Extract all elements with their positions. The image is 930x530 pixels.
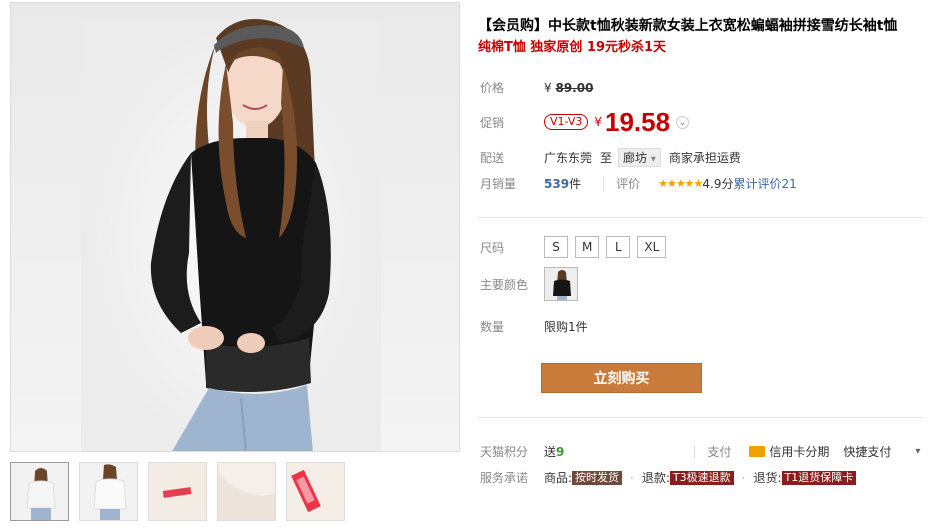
service-row: 服务承诺 商品: 按时发货 · 退款: T3极速退款 · 退货: T1退货保障卡 — [480, 469, 857, 486]
points-text: 送 — [544, 445, 557, 459]
section-divider — [478, 417, 923, 418]
tmall-points-label: 天猫积分 — [480, 445, 529, 459]
product-subtitle: 纯棉T恤 独家原创 19元秒杀1天 — [478, 40, 667, 55]
price-label: 价格 — [480, 81, 505, 95]
thumbnail-5[interactable] — [286, 462, 345, 521]
return-guarantee-badge[interactable]: T1退货保障卡 — [781, 470, 857, 485]
fast-refund-badge[interactable]: T3极速退款 — [669, 470, 734, 485]
monthly-sales-count: 539 — [544, 176, 570, 191]
credit-card-icon — [749, 446, 766, 457]
thumbnail-image — [218, 463, 275, 520]
price-row: 价格 ¥ 89.00 — [480, 79, 593, 96]
section-divider — [478, 217, 923, 218]
payment-label: 支付 — [707, 445, 732, 459]
promo-currency-symbol: ¥ — [594, 115, 603, 129]
promo-label: 促销 — [480, 115, 505, 130]
color-row: 主要颜色 — [480, 267, 578, 301]
destination-value: 廊坊 — [623, 151, 648, 165]
chevron-down-icon[interactable]: ⌄ — [676, 115, 690, 129]
original-price: ¥ 89.00 — [544, 81, 593, 95]
currency-symbol: ¥ — [544, 80, 552, 95]
thumbnail-image — [149, 463, 206, 520]
color-swatch-image — [545, 268, 577, 300]
promo-price: 19.58 — [605, 107, 671, 137]
points-payment-row: 天猫积分 送9 支付 信用卡分期 快捷支付 ▾ — [480, 443, 920, 460]
total-reviews-link[interactable]: 累计评价21 — [734, 175, 797, 192]
original-price-value: 89.00 — [555, 80, 594, 95]
thumbnail-image — [80, 463, 137, 520]
size-option-l[interactable]: L — [606, 236, 631, 258]
member-level-badge: V1-V3 — [544, 114, 589, 130]
credit-installment[interactable]: 信用卡分期 — [769, 443, 829, 460]
monthly-sales-unit: 件 — [569, 177, 582, 191]
caret-down-icon: ▾ — [650, 154, 656, 165]
return-label: 退货: — [753, 471, 782, 485]
on-time-shipping-badge[interactable]: 按时发货 — [572, 470, 623, 485]
shipping-note: 商家承担运费 — [668, 151, 741, 165]
thumbnail-image — [287, 463, 344, 520]
shipping-origin: 广东东莞 — [544, 151, 593, 165]
refund-label: 退款: — [641, 471, 670, 485]
sales-row: 月销量 539 件 评价 ★★★★★ 4.9分 累计评价21 — [480, 175, 797, 192]
thumbnail-strip — [10, 462, 345, 521]
thumbnail-image — [11, 463, 68, 520]
product-title: 【会员购】中长款t恤秋装新款女装上衣宽松蝙蝠袖拼接雪纺长袖t恤 — [478, 18, 898, 34]
size-option-m[interactable]: M — [575, 236, 600, 258]
product-main-image[interactable] — [10, 2, 460, 452]
shipping-row: 配送 广东东莞 至 廊坊 ▾ 商家承担运费 — [480, 148, 741, 167]
color-label: 主要颜色 — [480, 277, 529, 292]
review-label: 评价 — [616, 177, 641, 191]
points-value: 9 — [556, 445, 565, 459]
separator-dot: · — [741, 470, 746, 485]
model-photo — [150, 19, 331, 451]
buy-now-button[interactable]: 立刻购买 — [541, 363, 702, 393]
thumbnail-2[interactable] — [79, 462, 138, 521]
promo-row: 促销 V1-V3 ¥ 19.58 ⌄ — [480, 107, 690, 137]
quantity-row: 数量 限购1件 — [480, 318, 588, 335]
color-swatch-black[interactable] — [544, 267, 578, 301]
divider — [603, 176, 605, 191]
service-label: 服务承诺 — [480, 471, 529, 485]
rating-score: 4.9分 — [702, 177, 734, 191]
quantity-limit: 限购1件 — [544, 320, 588, 334]
size-option-xl[interactable]: XL — [637, 236, 667, 258]
separator-dot: · — [630, 470, 634, 485]
divider — [694, 444, 696, 459]
quantity-label: 数量 — [480, 320, 505, 334]
shipping-label: 配送 — [480, 151, 505, 165]
rating-stars-icon: ★★★★★ — [658, 177, 703, 190]
size-label: 尺码 — [480, 240, 505, 255]
size-option-s[interactable]: S — [544, 236, 568, 258]
monthly-sales-label: 月销量 — [480, 177, 517, 191]
size-row: 尺码 S M L XL — [480, 236, 673, 258]
tmall-points: 送9 — [544, 443, 564, 460]
chevron-down-icon[interactable]: ▾ — [915, 446, 920, 457]
thumbnail-4[interactable] — [217, 462, 276, 521]
shipping-to: 至 — [600, 151, 613, 165]
thumbnail-3[interactable] — [148, 462, 207, 521]
quick-pay[interactable]: 快捷支付 — [843, 443, 891, 460]
thumbnail-1[interactable] — [10, 462, 69, 521]
destination-select[interactable]: 廊坊 ▾ — [618, 148, 661, 167]
goods-label: 商品: — [544, 471, 573, 485]
